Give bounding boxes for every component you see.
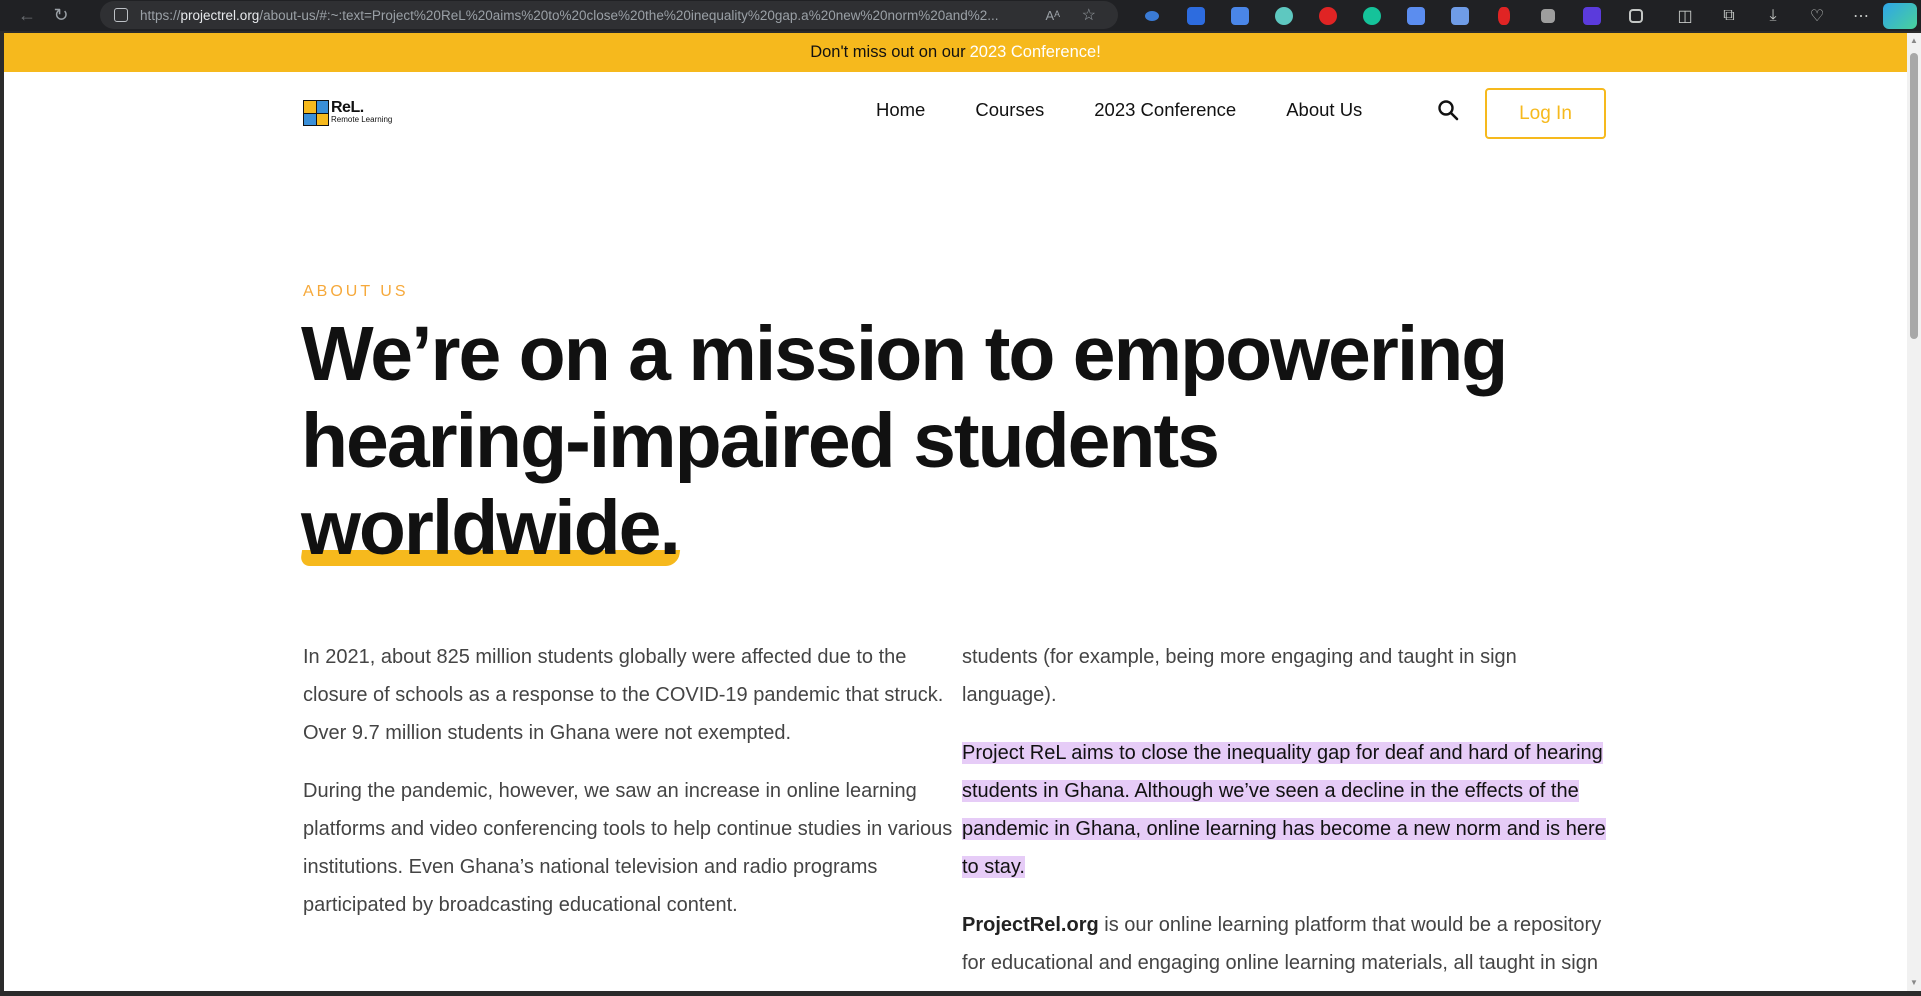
page-viewport: Don't miss out on our 2023 Conference! R… — [4, 33, 1907, 991]
scrollbar-thumb[interactable] — [1910, 53, 1918, 339]
site-header: ReL. Remote Learning Home Courses 2023 C… — [4, 72, 1907, 162]
highlighted-paragraph: Project ReL aims to close the inequality… — [962, 734, 1612, 886]
paragraph: In 2021, about 825 million students glob… — [303, 646, 944, 744]
downloads-icon[interactable]: ⤓ — [1751, 0, 1795, 31]
extension-plane-icon[interactable] — [1130, 4, 1174, 28]
extension-globe-icon[interactable] — [1262, 4, 1306, 28]
page-title: We’re on a mission to empowering hearing… — [299, 311, 1601, 572]
browser-toolbar: ← ↻ https://projectrel.org/about-us/#:~:… — [0, 0, 1921, 31]
favorite-star-icon[interactable]: ☆ — [1082, 5, 1096, 25]
logo-mark-icon — [303, 100, 329, 126]
text-fragment-highlight: Project ReL aims to close the inequality… — [962, 742, 1606, 878]
nav-courses[interactable]: Courses — [975, 99, 1044, 121]
nav-about-us[interactable]: About Us — [1286, 99, 1362, 121]
section-eyebrow: ABOUT US — [303, 283, 409, 300]
collections-icon[interactable]: ⧉ — [1707, 0, 1751, 31]
extension-translate-icon[interactable] — [1174, 4, 1218, 28]
title-line-2: hearing-impaired students — [301, 398, 1220, 484]
extension-grammarly-icon[interactable] — [1350, 4, 1394, 28]
extension-editor-icon[interactable] — [1438, 4, 1482, 28]
site-name-strong: ProjectRel.org — [962, 914, 1099, 936]
browser-essentials-icon[interactable]: ♡ — [1795, 0, 1839, 31]
extension-screenshot-icon[interactable] — [1394, 4, 1438, 28]
back-icon[interactable]: ← — [10, 2, 44, 30]
nav-2023-conference[interactable]: 2023 Conference — [1094, 99, 1236, 121]
title-line-3: worldwide. — [301, 485, 681, 571]
content-column-right: students (for example, being more engagi… — [962, 638, 1612, 991]
search-icon[interactable] — [1436, 98, 1460, 122]
paragraph: During the pandemic, however, we saw an … — [303, 780, 953, 916]
browser-actions: ◫ ⧉ ⤓ ♡ ⋯ — [1663, 0, 1921, 31]
login-button[interactable]: Log In — [1485, 88, 1606, 139]
extensions-bar — [1130, 4, 1658, 28]
extension-gray-icon[interactable] — [1526, 4, 1570, 28]
title-line-1: We’re on a mission to empowering — [301, 311, 1508, 397]
extension-stop-icon[interactable] — [1306, 4, 1350, 28]
extension-google-translate-icon[interactable] — [1218, 4, 1262, 28]
scroll-down-icon[interactable]: ▼ — [1910, 979, 1918, 987]
title-underline-word: worldwide. — [299, 485, 681, 572]
extension-hand-icon[interactable] — [1482, 4, 1526, 28]
refresh-icon[interactable]: ↻ — [44, 2, 78, 30]
logo-title: ReL. — [331, 99, 364, 116]
paragraph: ProjectRel.org is our online learning pl… — [962, 906, 1612, 991]
extensions-puzzle-icon[interactable] — [1614, 4, 1658, 28]
nav-home[interactable]: Home — [876, 99, 925, 121]
content-column-left: In 2021, about 825 million students glob… — [303, 638, 953, 944]
read-aloud-icon[interactable]: Aᴬ — [1045, 8, 1060, 23]
copilot-icon[interactable] — [1883, 2, 1917, 29]
lock-icon[interactable] — [114, 8, 128, 22]
banner-text: Don't miss out on our — [810, 43, 966, 61]
paragraph: students (for example, being more engagi… — [962, 646, 1517, 706]
address-bar[interactable]: https://projectrel.org/about-us/#:~:text… — [100, 1, 1118, 29]
main-nav: Home Courses 2023 Conference About Us — [876, 99, 1362, 121]
banner-conference-link[interactable]: 2023 Conference! — [970, 43, 1101, 62]
scroll-up-icon[interactable]: ▲ — [1910, 37, 1918, 45]
extension-purple-icon[interactable] — [1570, 4, 1614, 28]
announcement-banner: Don't miss out on our 2023 Conference! — [4, 33, 1907, 72]
url-text[interactable]: https://projectrel.org/about-us/#:~:text… — [140, 8, 1020, 23]
vertical-scrollbar[interactable]: ▲ ▼ — [1907, 33, 1921, 991]
split-screen-icon[interactable]: ◫ — [1663, 0, 1707, 31]
site-logo[interactable]: ReL. Remote Learning — [303, 100, 392, 126]
more-options-icon[interactable]: ⋯ — [1839, 0, 1883, 31]
logo-subtitle: Remote Learning — [331, 115, 393, 124]
